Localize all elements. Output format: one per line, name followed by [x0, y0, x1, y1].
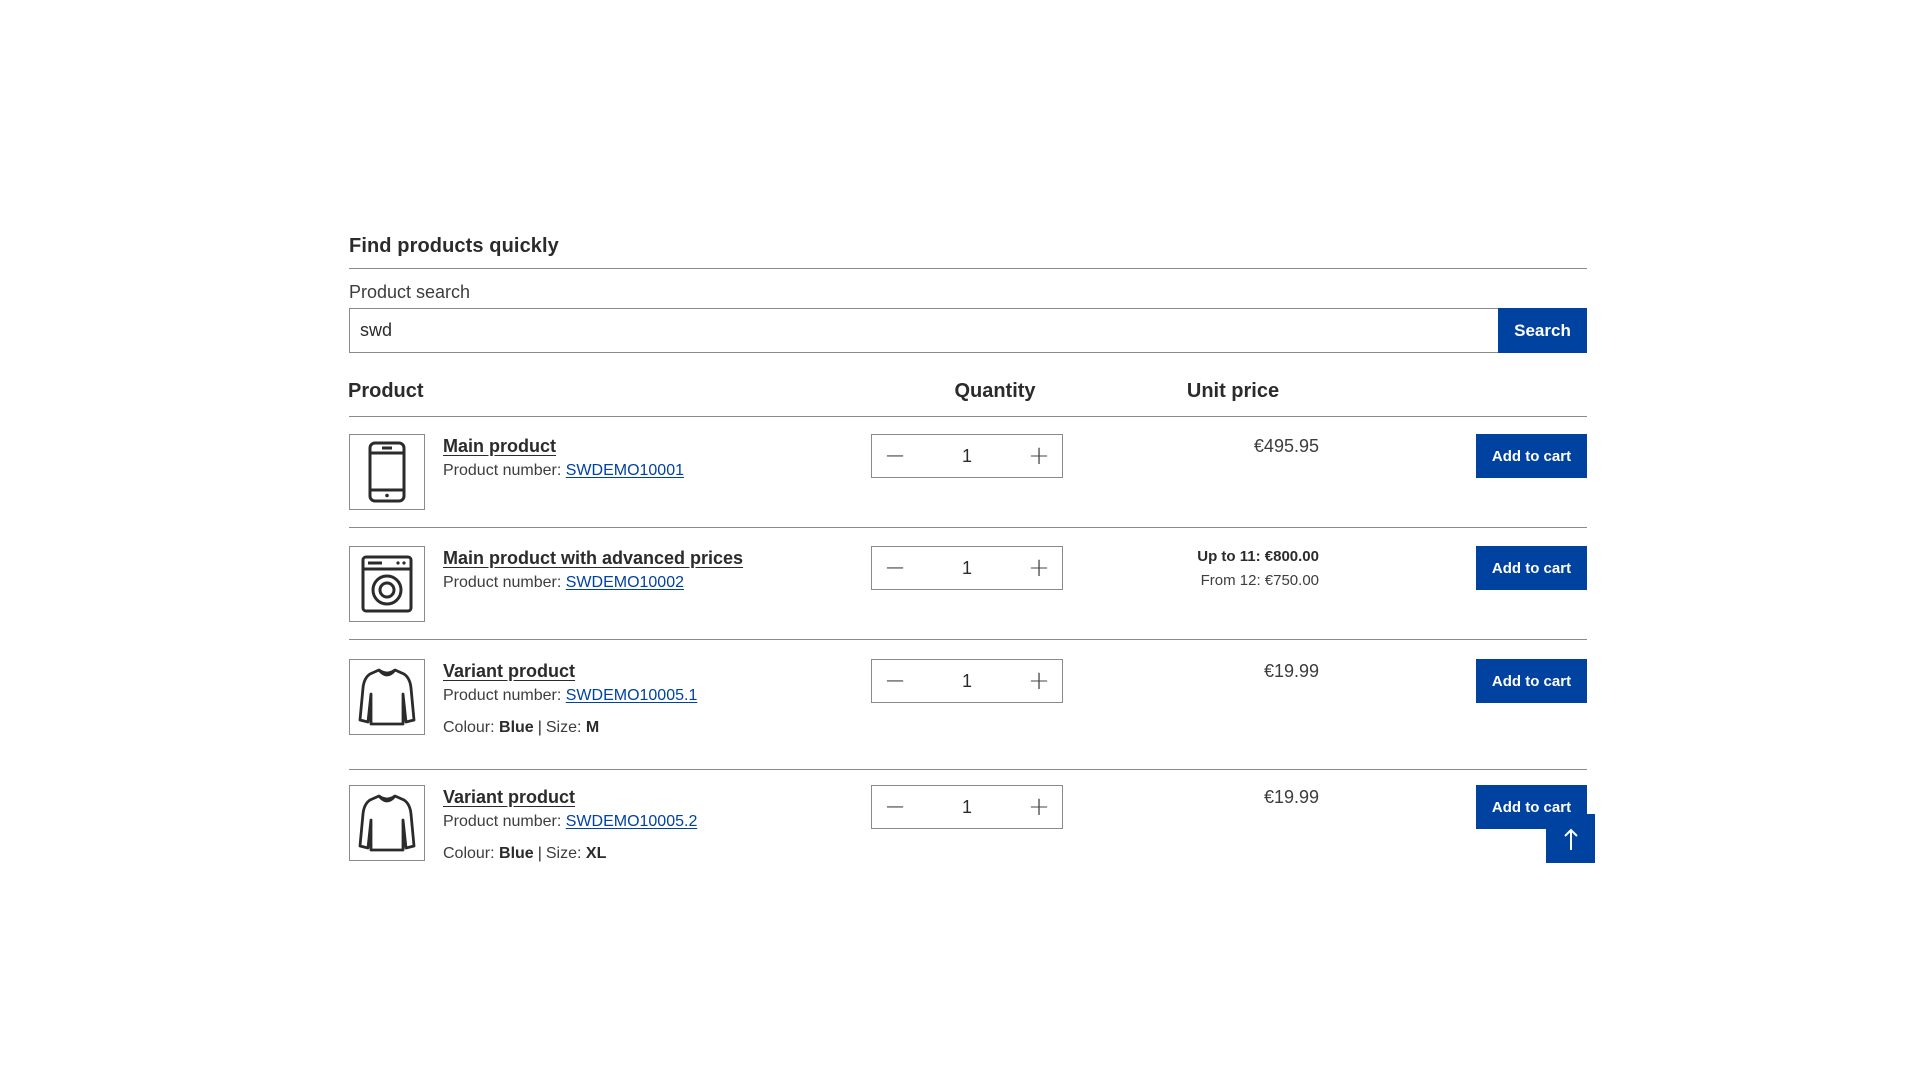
product-number-link[interactable]: SWDEMO10005.2 [566, 813, 698, 830]
quantity-stepper: − + [871, 659, 1063, 703]
product-number: Product number: SWDEMO10005.2 [443, 813, 697, 831]
product-image[interactable] [349, 546, 425, 622]
product-image[interactable] [349, 785, 425, 861]
plus-icon[interactable]: + [1016, 786, 1062, 828]
sweater-icon [358, 668, 416, 726]
separator: | [537, 719, 542, 736]
add-to-cart-button[interactable]: Add to cart [1476, 434, 1587, 478]
product-number-label: Product number: [443, 462, 562, 479]
minus-icon[interactable]: − [872, 660, 918, 702]
table-header: Product Quantity Unit price [348, 380, 1587, 417]
product-number: Product number: SWDEMO10005.1 [443, 687, 697, 705]
quantity-stepper: − + [871, 434, 1063, 478]
header-quantity: Quantity [954, 380, 1036, 402]
search-button[interactable]: Search [1498, 308, 1587, 353]
price-tier: Up to 11: €800.00 [1197, 548, 1319, 565]
colour-label: Colour: [443, 719, 495, 736]
colour-value: Blue [499, 719, 534, 736]
colour-label: Colour: [443, 845, 495, 862]
size-value: M [585, 719, 600, 736]
product-name-link[interactable]: Variant product [443, 787, 575, 808]
minus-icon[interactable]: − [872, 435, 918, 477]
separator: | [537, 845, 542, 862]
quantity-stepper: − + [871, 785, 1063, 829]
price-tier: From 12: €750.00 [1200, 572, 1319, 589]
section-title: Find products quickly [349, 235, 559, 257]
minus-icon[interactable]: − [872, 786, 918, 828]
search-row: Search [349, 308, 1587, 353]
product-number: Product number: SWDEMO10002 [443, 574, 684, 592]
quantity-input[interactable] [918, 547, 1016, 589]
product-image[interactable] [349, 434, 425, 510]
product-number-link[interactable]: SWDEMO10001 [566, 462, 684, 479]
product-image[interactable] [349, 659, 425, 735]
quantity-stepper: − + [871, 546, 1063, 590]
product-number: Product number: SWDEMO10001 [443, 462, 684, 480]
quantity-input[interactable] [918, 786, 1016, 828]
product-number-label: Product number: [443, 687, 562, 704]
divider [349, 268, 1587, 269]
add-to-cart-button[interactable]: Add to cart [1476, 659, 1587, 703]
variant-options: Colour: Blue | Size: XL [443, 845, 606, 863]
washing-machine-icon [361, 555, 413, 613]
variant-options: Colour: Blue | Size: M [443, 719, 599, 737]
unit-price: €19.99 [1263, 661, 1319, 681]
sweater-icon [358, 794, 416, 852]
plus-icon[interactable]: + [1016, 435, 1062, 477]
product-name-link[interactable]: Main product [443, 436, 556, 457]
quantity-input[interactable] [918, 660, 1016, 702]
table-row: Variant product Product number: SWDEMO10… [349, 785, 1587, 881]
quantity-input[interactable] [918, 435, 1016, 477]
size-label: Size: [545, 845, 582, 862]
header-unit-price: Unit price [1186, 380, 1280, 402]
scroll-to-top-button[interactable] [1546, 814, 1595, 863]
size-value: XL [585, 845, 607, 862]
size-label: Size: [545, 719, 582, 736]
product-number-link[interactable]: SWDEMO10005.1 [566, 687, 698, 704]
smartphone-icon [368, 441, 406, 503]
add-to-cart-button[interactable]: Add to cart [1476, 546, 1587, 590]
unit-price: €495.95 [1253, 436, 1319, 456]
unit-price: €19.99 [1263, 787, 1319, 807]
product-number-label: Product number: [443, 813, 562, 830]
arrow-up-icon [1563, 828, 1578, 850]
table-row: Variant product Product number: SWDEMO10… [349, 659, 1587, 770]
plus-icon[interactable]: + [1016, 547, 1062, 589]
product-number-link[interactable]: SWDEMO10002 [566, 574, 684, 591]
table-row: Main product Product number: SWDEMO10001… [349, 434, 1587, 528]
search-input[interactable] [349, 308, 1498, 353]
colour-value: Blue [499, 845, 534, 862]
plus-icon[interactable]: + [1016, 660, 1062, 702]
table-row: Main product with advanced prices Produc… [349, 546, 1587, 640]
tiered-price: Up to 11: €800.00 From 12: €750.00 [1129, 545, 1319, 593]
product-name-link[interactable]: Main product with advanced prices [443, 548, 743, 569]
product-name-link[interactable]: Variant product [443, 661, 575, 682]
minus-icon[interactable]: − [872, 547, 918, 589]
search-label: Product search [349, 282, 471, 302]
header-product: Product [348, 380, 424, 402]
product-number-label: Product number: [443, 574, 562, 591]
